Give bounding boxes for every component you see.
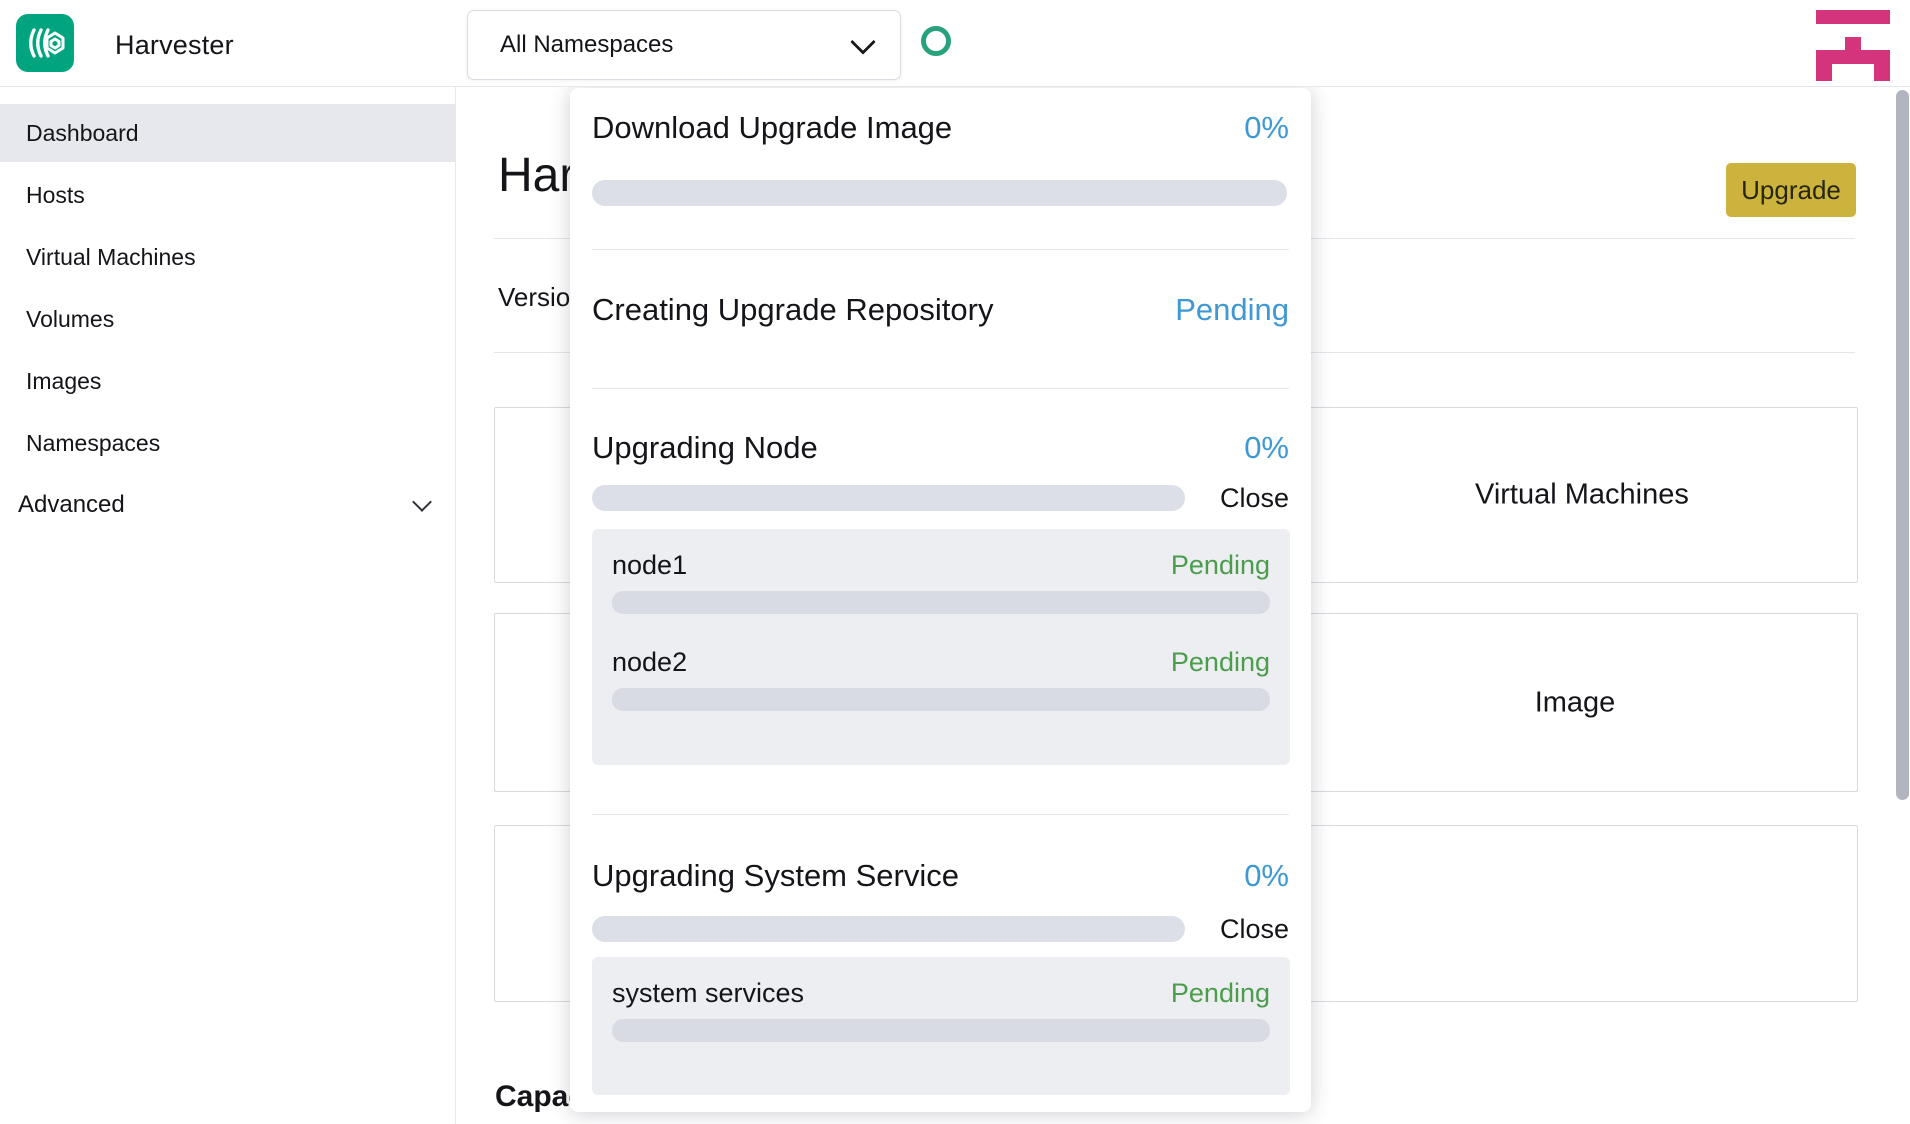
progress-bar-node1 xyxy=(612,591,1270,614)
upgrade-button[interactable]: Upgrade xyxy=(1726,163,1856,217)
node-row: node2 Pending xyxy=(612,646,1270,678)
close-button[interactable]: Close xyxy=(1220,914,1289,945)
sidebar-group-advanced[interactable]: Advanced xyxy=(0,476,455,534)
progress-bar-download xyxy=(592,180,1287,206)
sidebar-item-images[interactable]: Images xyxy=(0,352,455,410)
service-name: system services xyxy=(612,978,804,1009)
progress-bar-system-services xyxy=(612,1019,1270,1042)
app-title: Harvester xyxy=(115,30,234,61)
card-label: Image xyxy=(1475,686,1675,719)
section-status: Pending xyxy=(1175,292,1289,328)
progress-bar-node xyxy=(592,485,1185,511)
sidebar-item-volumes[interactable]: Volumes xyxy=(0,290,455,348)
section-percent: 0% xyxy=(1244,430,1289,466)
sidebar-group-label: Advanced xyxy=(18,491,125,519)
scrollbar-thumb[interactable] xyxy=(1896,90,1909,800)
section-percent: 0% xyxy=(1244,858,1289,894)
sidebar-nav: Dashboard Hosts Virtual Machines Volumes… xyxy=(0,86,455,534)
divider xyxy=(592,814,1289,815)
progress-bar-system-service xyxy=(592,916,1185,942)
harvester-logo-icon[interactable] xyxy=(16,14,74,72)
sidebar-item-label: Namespaces xyxy=(26,430,160,457)
sidebar-item-virtual-machines[interactable]: Virtual Machines xyxy=(0,228,455,286)
sidebar-item-label: Images xyxy=(26,368,101,395)
upgrade-section-repository: Creating Upgrade Repository Pending xyxy=(592,290,1289,330)
upgrade-node-progress-row: Close xyxy=(592,483,1289,513)
identicon-pixels xyxy=(1816,8,1890,82)
user-avatar-identicon[interactable] xyxy=(1816,8,1890,82)
section-title: Download Upgrade Image xyxy=(592,110,952,146)
chevron-down-icon xyxy=(850,29,875,54)
service-status-badge: Pending xyxy=(1171,978,1270,1009)
sidebar: Dashboard Hosts Virtual Machines Volumes… xyxy=(0,86,456,1124)
node-status-badge: Pending xyxy=(1171,647,1270,678)
node-name: node2 xyxy=(612,647,687,678)
sidebar-item-label: Hosts xyxy=(26,182,85,209)
node-status-box: node1 Pending node2 Pending xyxy=(592,529,1290,765)
upgrade-section-download: Download Upgrade Image 0% xyxy=(592,108,1289,148)
sidebar-item-label: Virtual Machines xyxy=(26,244,196,271)
card-label: Virtual Machines xyxy=(1475,479,1675,512)
node-row: node1 Pending xyxy=(612,549,1270,581)
sidebar-item-label: Dashboard xyxy=(26,120,139,147)
sidebar-item-dashboard[interactable]: Dashboard xyxy=(0,104,455,162)
section-title: Upgrading System Service xyxy=(592,858,959,894)
sidebar-item-namespaces[interactable]: Namespaces xyxy=(0,414,455,472)
harvester-wheat-icon xyxy=(24,22,66,64)
upgrade-section-node: Upgrading Node 0% xyxy=(592,428,1289,468)
upgrade-service-progress-row: Close xyxy=(592,914,1289,944)
node-status-badge: Pending xyxy=(1171,550,1270,581)
sidebar-item-hosts[interactable]: Hosts xyxy=(0,166,455,224)
progress-bar-node2 xyxy=(612,688,1270,711)
node-name: node1 xyxy=(612,550,687,581)
upgrade-progress-panel: Download Upgrade Image 0% Creating Upgra… xyxy=(570,88,1311,1112)
chevron-down-icon xyxy=(412,492,432,512)
divider xyxy=(592,249,1289,250)
service-row: system services Pending xyxy=(612,977,1270,1009)
section-title: Upgrading Node xyxy=(592,430,818,466)
upgrade-section-system-service: Upgrading System Service 0% xyxy=(592,856,1289,896)
app-header: Harvester All Namespaces xyxy=(0,0,1910,87)
section-title: Creating Upgrade Repository xyxy=(592,292,994,328)
namespace-dropdown-value: All Namespaces xyxy=(500,31,673,59)
divider xyxy=(592,388,1289,389)
sidebar-item-label: Volumes xyxy=(26,306,114,333)
namespace-dropdown[interactable]: All Namespaces xyxy=(467,10,901,80)
service-status-box: system services Pending xyxy=(592,957,1290,1095)
section-percent: 0% xyxy=(1244,110,1289,146)
close-button[interactable]: Close xyxy=(1220,483,1289,514)
loading-spinner-icon xyxy=(921,26,951,56)
